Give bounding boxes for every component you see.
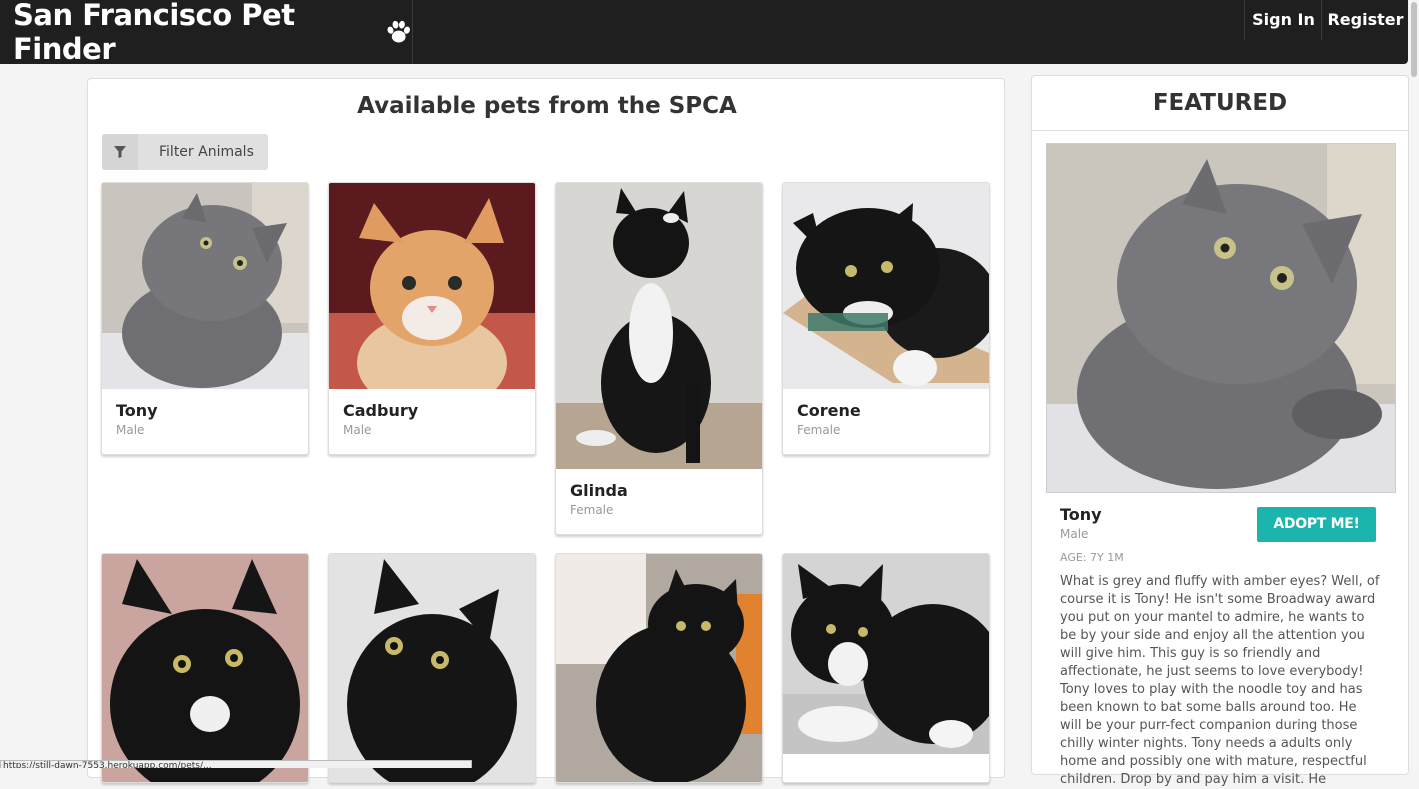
pet-card[interactable] bbox=[328, 553, 536, 783]
filter-animals-button[interactable]: Filter Animals bbox=[102, 134, 268, 170]
available-pets-panel: Available pets from the SPCA Filter Anim… bbox=[87, 78, 1005, 783]
pet-photo-grey-cat bbox=[102, 183, 308, 389]
filter-label: Filter Animals bbox=[159, 144, 254, 160]
page-scrollbar[interactable] bbox=[1409, 0, 1419, 768]
pet-photo-orange-kitten bbox=[329, 183, 535, 389]
pet-card-glinda[interactable]: Glinda Female bbox=[555, 182, 763, 535]
featured-photo[interactable] bbox=[1046, 143, 1396, 493]
featured-pet-name: Tony bbox=[1060, 505, 1102, 524]
status-bar-url: https://still-dawn-7553.herokuapp.com/pe… bbox=[0, 760, 472, 768]
pet-card[interactable] bbox=[101, 553, 309, 783]
featured-panel: FEATURED Tony Male ADOPT ME! AGE: 7Y 1M … bbox=[1031, 75, 1409, 787]
pet-card-cadbury[interactable]: Cadbury Male bbox=[328, 182, 536, 455]
pet-photo-tuxedo-lying bbox=[783, 554, 989, 754]
pet-sex: Female bbox=[797, 423, 841, 437]
brand[interactable]: San Francisco Pet Finder bbox=[0, 0, 413, 66]
page-title: Available pets from the SPCA bbox=[357, 93, 737, 119]
scrollbar-thumb[interactable] bbox=[1411, 2, 1417, 77]
featured-heading: FEATURED bbox=[1032, 76, 1408, 131]
top-navbar: San Francisco Pet Finder Sign In Registe… bbox=[0, 0, 1409, 66]
pet-photo-longhair-tuxedo bbox=[783, 183, 989, 389]
pet-name: Cadbury bbox=[343, 401, 419, 420]
featured-pet-sex: Male bbox=[1060, 527, 1089, 541]
sign-in-link[interactable]: Sign In bbox=[1244, 0, 1322, 40]
filter-icon bbox=[102, 134, 138, 170]
pet-photo-tuxedo-cat bbox=[556, 183, 762, 469]
brand-title: San Francisco Pet Finder bbox=[13, 0, 295, 66]
pet-card-corene[interactable]: Corene Female bbox=[782, 182, 990, 455]
pet-sex: Female bbox=[570, 503, 614, 517]
featured-pet-photo bbox=[1047, 144, 1395, 492]
featured-pet-description: What is grey and fluffy with amber eyes?… bbox=[1060, 574, 1380, 787]
pet-sex: Male bbox=[343, 423, 372, 437]
pet-card[interactable] bbox=[555, 553, 763, 783]
pet-name: Glinda bbox=[570, 481, 628, 500]
pet-photo-black-cat bbox=[329, 554, 535, 782]
pet-sex: Male bbox=[116, 423, 145, 437]
adopt-me-button[interactable]: ADOPT ME! bbox=[1257, 507, 1376, 542]
featured-pet-age: AGE: 7Y 1M bbox=[1060, 551, 1124, 564]
pet-photo-black-white-cat bbox=[102, 554, 308, 782]
pet-photo-black-cat-sitting bbox=[556, 554, 762, 782]
pet-card[interactable] bbox=[782, 553, 990, 783]
register-link[interactable]: Register bbox=[1321, 0, 1409, 40]
paw-icon bbox=[387, 20, 410, 43]
pet-name: Tony bbox=[116, 401, 158, 420]
pet-name: Corene bbox=[797, 401, 861, 420]
pet-card-tony[interactable]: Tony Male bbox=[101, 182, 309, 455]
